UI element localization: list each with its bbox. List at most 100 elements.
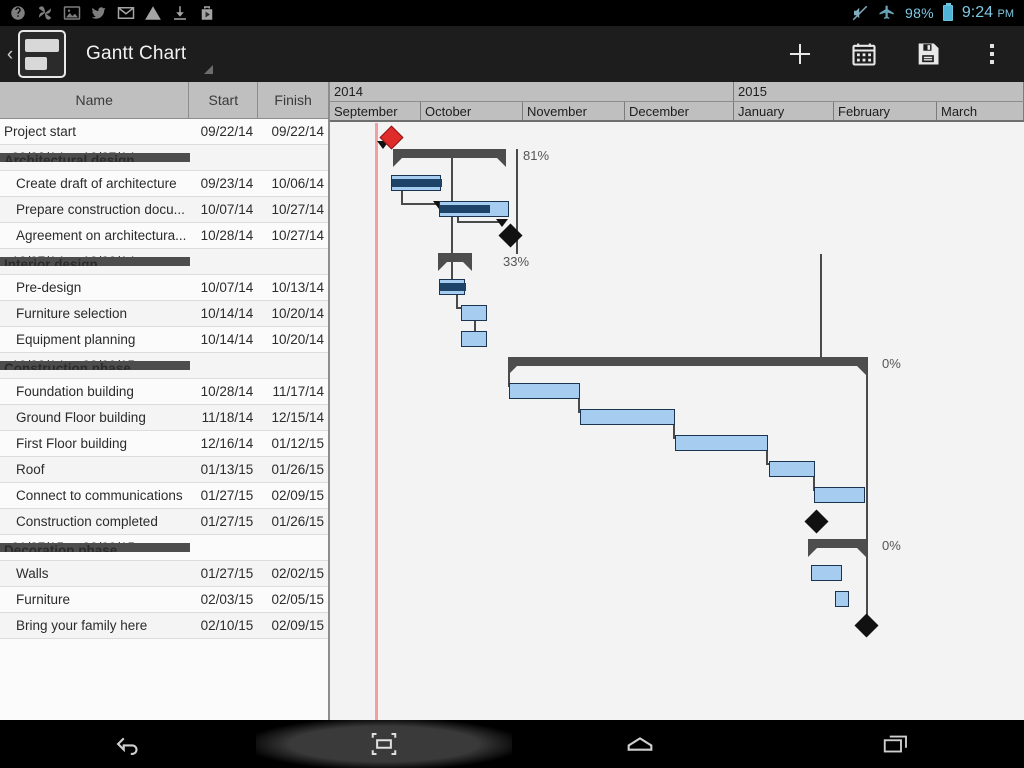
table-row[interactable]: Construction phase10/28/1402/09/15 — [0, 353, 328, 379]
progress-percent-label: 0% — [882, 356, 901, 371]
task-finish-cell: 01/26/15 — [271, 462, 324, 477]
task-name-cell: Foundation building — [16, 384, 134, 399]
task-name-cell: Furniture selection — [16, 306, 128, 321]
task-bar[interactable] — [391, 175, 442, 191]
task-bar[interactable] — [811, 565, 842, 581]
overflow-menu-button[interactable] — [960, 26, 1024, 82]
task-start-cell: 12/16/14 — [200, 436, 254, 451]
task-bar[interactable] — [580, 409, 675, 425]
timeline-years: 2014 2015 — [330, 82, 1024, 102]
task-name-cell: Interior design — [0, 257, 190, 266]
progress-percent-label: 33% — [503, 254, 530, 269]
summary-bar[interactable] — [393, 149, 506, 167]
status-bar-system[interactable]: 98% 9:24 PM — [851, 3, 1024, 22]
task-start-cell: 02/03/15 — [200, 592, 254, 607]
navigation-bar — [0, 720, 1024, 768]
back-button[interactable] — [0, 720, 256, 768]
summary-bar[interactable] — [808, 539, 866, 557]
table-row[interactable]: Project start 09/22/14 09/22/14 — [0, 119, 328, 145]
table-row[interactable]: Decoration phase01/27/1502/09/15 — [0, 535, 328, 561]
timeline-month-cell: March — [937, 102, 1024, 120]
task-finish-cell: 12/15/14 — [271, 410, 324, 425]
task-name-cell: Bring your family here — [16, 618, 148, 633]
task-finish-cell: 09/22/14 — [271, 124, 324, 139]
task-bar[interactable] — [439, 279, 466, 295]
task-name-cell: First Floor building — [16, 436, 128, 451]
column-header-name[interactable]: Name — [0, 82, 190, 118]
dependency-link — [820, 254, 822, 357]
status-bar-notifications[interactable] — [0, 4, 216, 22]
timeline-month-cell: February — [834, 102, 937, 120]
warning-icon — [145, 6, 161, 20]
dropdown-caret-icon[interactable] — [204, 65, 214, 74]
task-finish-cell: 10/20/14 — [271, 332, 324, 347]
task-bar[interactable] — [461, 305, 487, 321]
home-button[interactable] — [512, 720, 768, 768]
task-bar[interactable] — [461, 331, 487, 347]
task-finish-cell: 10/13/14 — [271, 280, 324, 295]
table-row[interactable]: Furniture 02/03/15 02/05/15 — [0, 587, 328, 613]
task-name-cell: Walls — [16, 566, 49, 581]
summary-cap-right — [857, 548, 866, 557]
page-title: Gantt Chart — [86, 43, 187, 64]
table-row[interactable]: Ground Floor building 11/18/14 12/15/14 — [0, 405, 328, 431]
task-name-cell: Project start — [4, 124, 77, 139]
task-bar[interactable] — [769, 461, 815, 477]
table-row[interactable]: Architectural design09/23/1410/27/14 — [0, 145, 328, 171]
photo-icon — [63, 6, 81, 20]
task-finish-cell: 02/05/15 — [271, 592, 324, 607]
task-name-cell: Prepare construction docu... — [16, 202, 185, 217]
task-bar[interactable] — [439, 201, 509, 217]
table-row[interactable]: Equipment planning 10/14/14 10/20/14 — [0, 327, 328, 353]
table-row[interactable]: Furniture selection 10/14/14 10/20/14 — [0, 301, 328, 327]
table-row[interactable]: Prepare construction docu... 10/07/14 10/2… — [0, 197, 328, 223]
timeline-month-cell: September — [330, 102, 421, 120]
table-row[interactable]: Connect to communications 01/27/15 02/09/1… — [0, 483, 328, 509]
task-start-cell: 02/10/15 — [200, 618, 254, 633]
task-finish-cell: 10/06/14 — [271, 176, 324, 191]
calendar-button[interactable] — [832, 26, 896, 82]
table-row[interactable]: First Floor building 12/16/14 01/12/15 — [0, 431, 328, 457]
task-name-cell: Construction completed — [16, 514, 158, 529]
pinwheel-icon — [39, 6, 51, 20]
column-header-start[interactable]: Start — [189, 82, 259, 118]
milestone-marker[interactable] — [498, 223, 523, 248]
summary-bar[interactable] — [508, 357, 866, 375]
table-row[interactable]: Pre-design 10/07/14 10/13/14 — [0, 275, 328, 301]
clock: 9:24 PM — [961, 4, 1014, 21]
gantt-app-icon[interactable] — [18, 30, 66, 78]
task-start-cell: 09/22/14 — [200, 124, 254, 139]
table-row[interactable]: Roof 01/13/15 01/26/15 — [0, 457, 328, 483]
screenshot-button[interactable] — [256, 720, 512, 768]
table-row[interactable]: Walls 01/27/15 02/02/15 — [0, 561, 328, 587]
milestone-marker[interactable] — [854, 613, 879, 638]
task-progress-fill — [440, 283, 466, 291]
back-chevron-icon[interactable]: ‹ — [0, 45, 16, 64]
milestone-marker[interactable] — [804, 509, 829, 534]
task-bar[interactable] — [835, 591, 849, 607]
task-bar[interactable] — [509, 383, 580, 399]
task-start-cell: 01/27/15 — [200, 514, 254, 529]
task-start-cell: 10/28/14 — [200, 384, 254, 399]
task-table: Name Start Finish Project start 09/22/14 0… — [0, 82, 330, 720]
table-row[interactable]: Interior design10/07/1410/20/14 — [0, 249, 328, 275]
column-header-finish[interactable]: Finish — [258, 82, 328, 118]
recent-apps-button[interactable] — [768, 720, 1024, 768]
task-finish-cell: 10/27/14 — [271, 202, 324, 217]
add-task-button[interactable] — [768, 26, 832, 82]
gantt-canvas[interactable]: 81% 33% 0% 0% — [330, 123, 1024, 720]
task-name-cell: Furniture — [16, 592, 71, 607]
task-finish-cell: 10/27/14 — [271, 228, 324, 243]
summary-bar[interactable] — [438, 253, 472, 271]
table-row[interactable]: Construction completed 01/27/15 01/26/15 — [0, 509, 328, 535]
table-row[interactable]: Foundation building 10/28/14 11/17/14 — [0, 379, 328, 405]
table-row[interactable]: Bring your family here 02/10/15 02/09/15 — [0, 613, 328, 639]
task-finish-cell: 02/09/15 — [271, 618, 324, 633]
gantt-chart: 2014 2015 September October November Decembe… — [330, 82, 1024, 720]
timeline-month-cell: October — [421, 102, 523, 120]
save-button[interactable] — [896, 26, 960, 82]
table-row[interactable]: Create draft of architecture 09/23/14 10/0… — [0, 171, 328, 197]
task-bar[interactable] — [814, 487, 865, 503]
task-bar[interactable] — [675, 435, 768, 451]
table-row[interactable]: Agreement on architectura... 10/28/14 10/2… — [0, 223, 328, 249]
